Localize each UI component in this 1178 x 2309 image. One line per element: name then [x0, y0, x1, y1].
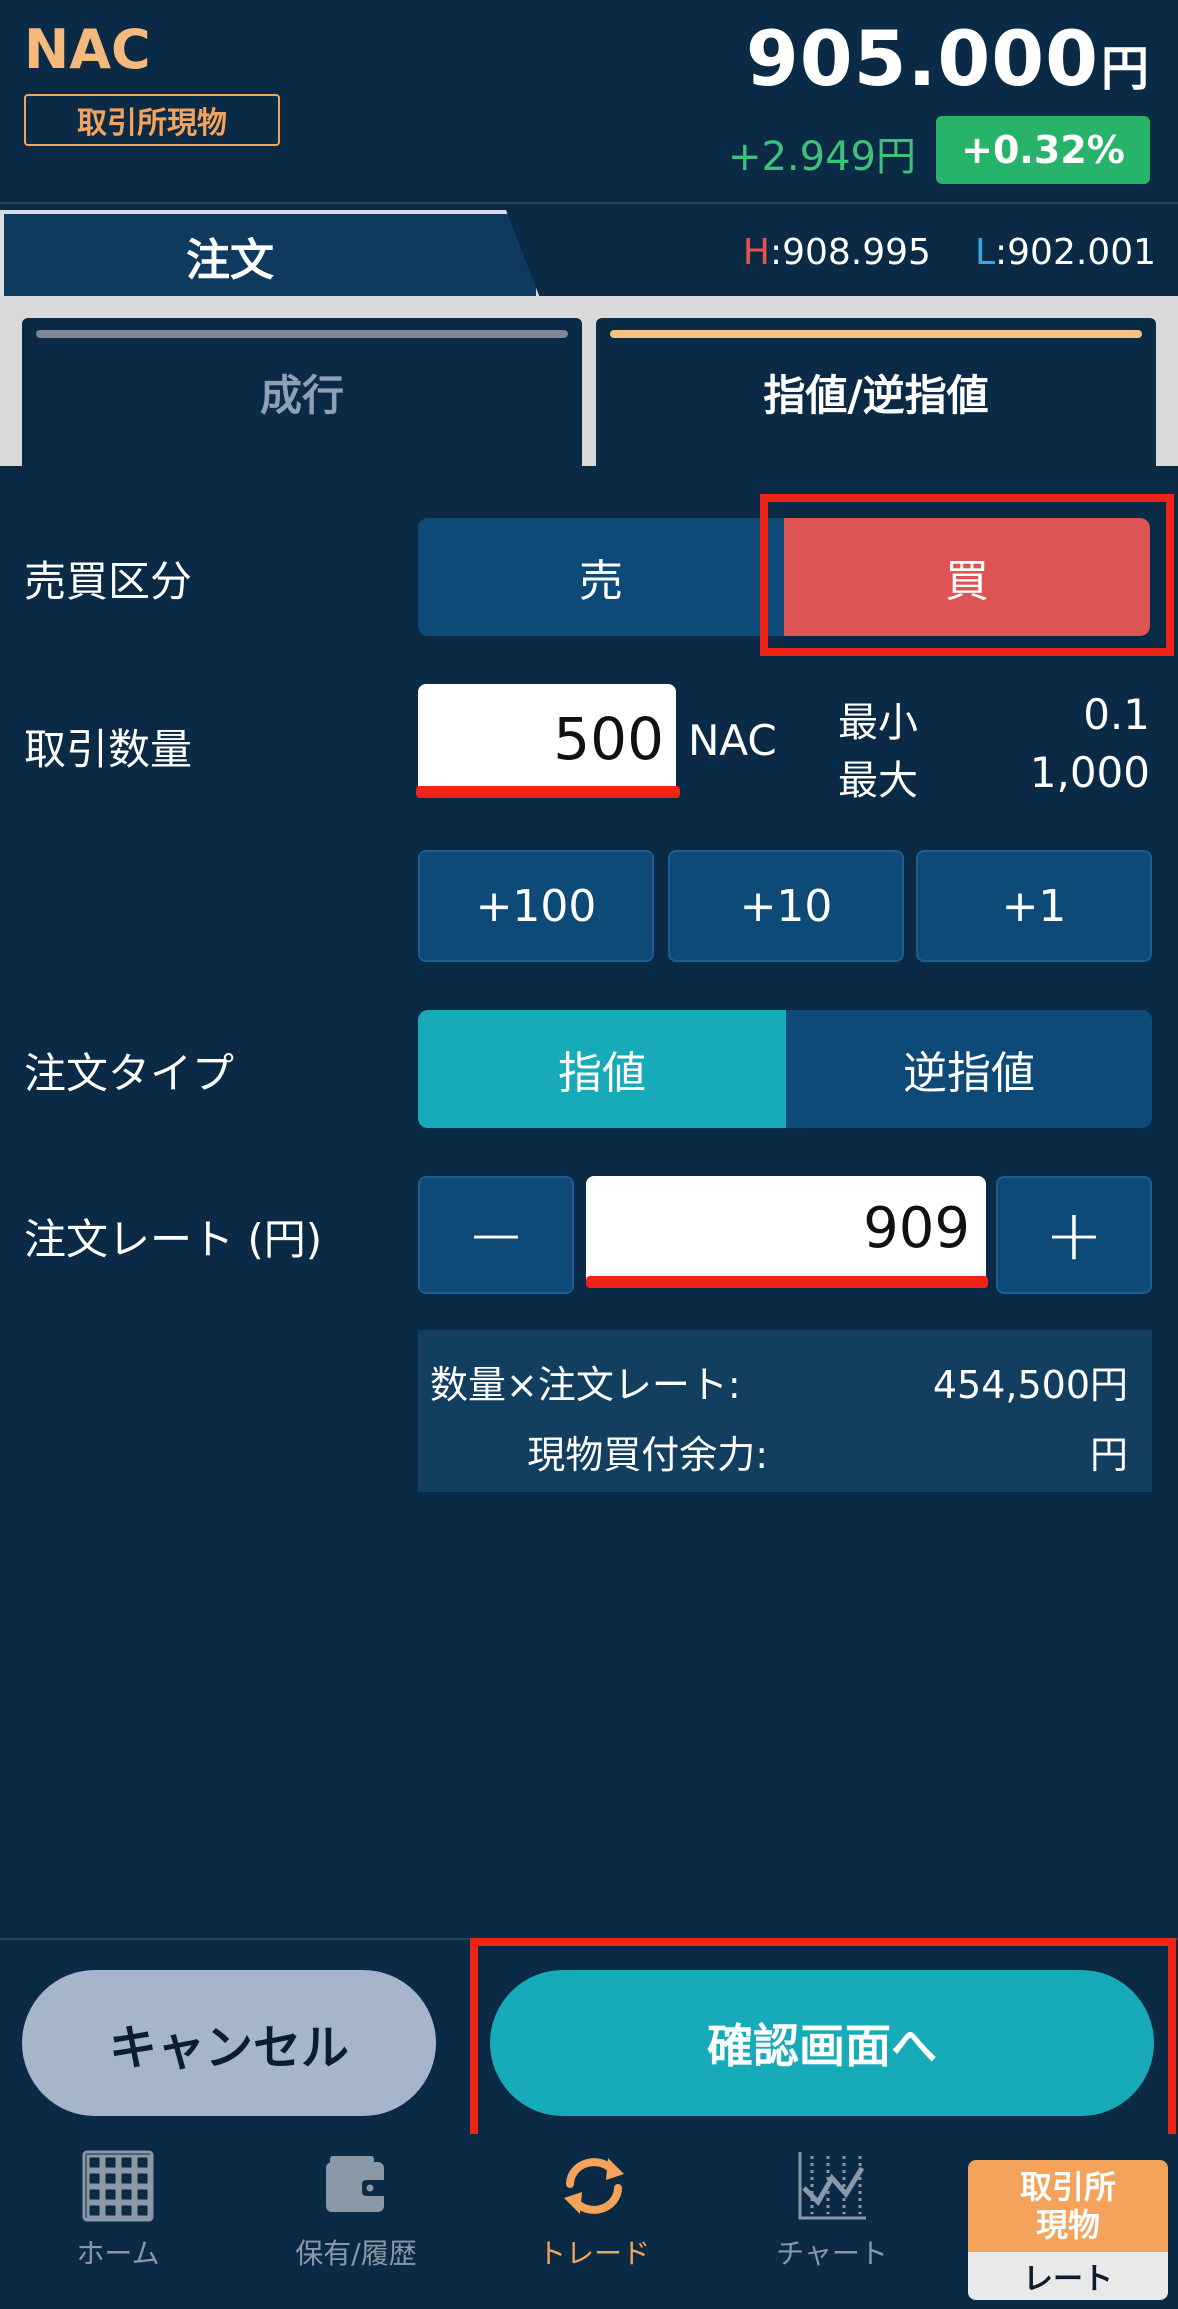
symbol-title: NAC: [24, 18, 151, 81]
nav-holdings-label: 保有/履歴: [295, 2237, 417, 2270]
side-label: 売買区分: [24, 557, 193, 606]
low-value: :902.001: [995, 232, 1156, 273]
confirm-button-highlight: [470, 1938, 1176, 2142]
price-change: +2.949円: [727, 134, 916, 180]
rate-decrement-button[interactable]: −: [418, 1176, 574, 1294]
exchange-arrows-icon: [564, 2158, 624, 2214]
buying-power-label: 現物買付余力:: [527, 1433, 768, 1477]
order-type-label: 注文タイプ: [24, 1049, 235, 1098]
nav-home[interactable]: ホーム: [18, 2148, 218, 2298]
order-kind-tabs: 成行 指値/逆指値: [0, 296, 1178, 466]
nav-rate-market: 取引所 現物: [968, 2160, 1168, 2252]
add-100-button[interactable]: +100: [418, 850, 654, 962]
order-summary: 数量×注文レート: 454,500円 現物買付余力: 円: [418, 1330, 1152, 1492]
add-10-button[interactable]: +10: [668, 850, 904, 962]
buy-button-highlight: [760, 494, 1174, 656]
order-type-limit-button[interactable]: 指値: [418, 1010, 786, 1128]
market-badge: 取引所現物: [24, 94, 280, 146]
nav-home-label: ホーム: [76, 2237, 160, 2270]
price-value: 905.000: [745, 14, 1099, 103]
tab-limit-order-label: 指値/逆指値: [763, 370, 989, 420]
sell-button[interactable]: 売: [418, 518, 784, 636]
summary-amount-label: 数量×注文レート:: [430, 1363, 741, 1407]
high-low-readout: H:908.995 L:902.001: [743, 232, 1156, 273]
order-type-stop-button[interactable]: 逆指値: [786, 1010, 1152, 1128]
order-rate-input[interactable]: 909: [586, 1176, 986, 1280]
min-label: 最小: [838, 700, 918, 746]
nav-trade-label: トレード: [537, 2237, 650, 2270]
nav-chart-label: チャート: [776, 2237, 888, 2270]
price-change-percent-badge: +0.32%: [936, 116, 1150, 184]
add-1-button[interactable]: +1: [916, 850, 1152, 962]
max-value: 1,000: [1029, 748, 1150, 797]
buying-power-value: 円: [1089, 1433, 1128, 1477]
header: NAC 取引所現物 905.000円 +2.949円 +0.32%: [0, 0, 1178, 202]
order-rate-label: 注文レート (円): [24, 1215, 323, 1264]
wallet-icon: [326, 2156, 388, 2212]
bottom-nav: ホーム 保有/履歴 トレード チャート 取引所 現物 レート: [0, 2134, 1178, 2309]
chart-icon: [798, 2152, 866, 2220]
low-letter: L: [974, 232, 995, 273]
grid-icon: [82, 2150, 154, 2222]
min-value: 0.1: [1083, 690, 1150, 739]
tab-market-order[interactable]: 成行: [22, 318, 582, 466]
order-tabbar: 注文 H:908.995 L:902.001: [0, 202, 1178, 298]
nav-holdings[interactable]: 保有/履歴: [256, 2148, 456, 2298]
tab-order[interactable]: 注文: [0, 210, 540, 298]
high-letter: H: [742, 232, 770, 273]
nav-rate-market-line2: 現物: [1035, 2206, 1100, 2244]
current-price: 905.000円: [746, 14, 1150, 103]
nav-trade[interactable]: トレード: [494, 2148, 694, 2298]
max-label: 最大: [838, 758, 918, 804]
quantity-unit: NAC: [688, 716, 777, 765]
tab-market-order-label: 成行: [259, 370, 344, 420]
nav-rate-market-line1: 取引所: [1019, 2168, 1116, 2206]
high-value: :908.995: [769, 232, 931, 273]
quantity-input[interactable]: 500: [418, 684, 676, 794]
quantity-input-highlight: [416, 786, 680, 798]
tab-indicator-active: [610, 330, 1142, 338]
nav-chart[interactable]: チャート: [732, 2148, 932, 2298]
order-rate-input-highlight: [586, 1276, 988, 1288]
price-unit: 円: [1100, 41, 1150, 97]
tab-limit-order[interactable]: 指値/逆指値: [596, 318, 1156, 466]
quantity-label: 取引数量: [24, 725, 193, 774]
nav-exchange-rate[interactable]: 取引所 現物 レート: [968, 2160, 1168, 2300]
nav-rate-label: レート: [968, 2252, 1168, 2300]
rate-increment-button[interactable]: +: [996, 1176, 1152, 1294]
summary-amount-value: 454,500円: [932, 1363, 1128, 1407]
tab-indicator: [36, 330, 568, 338]
cancel-button[interactable]: キャンセル: [22, 1970, 436, 2116]
